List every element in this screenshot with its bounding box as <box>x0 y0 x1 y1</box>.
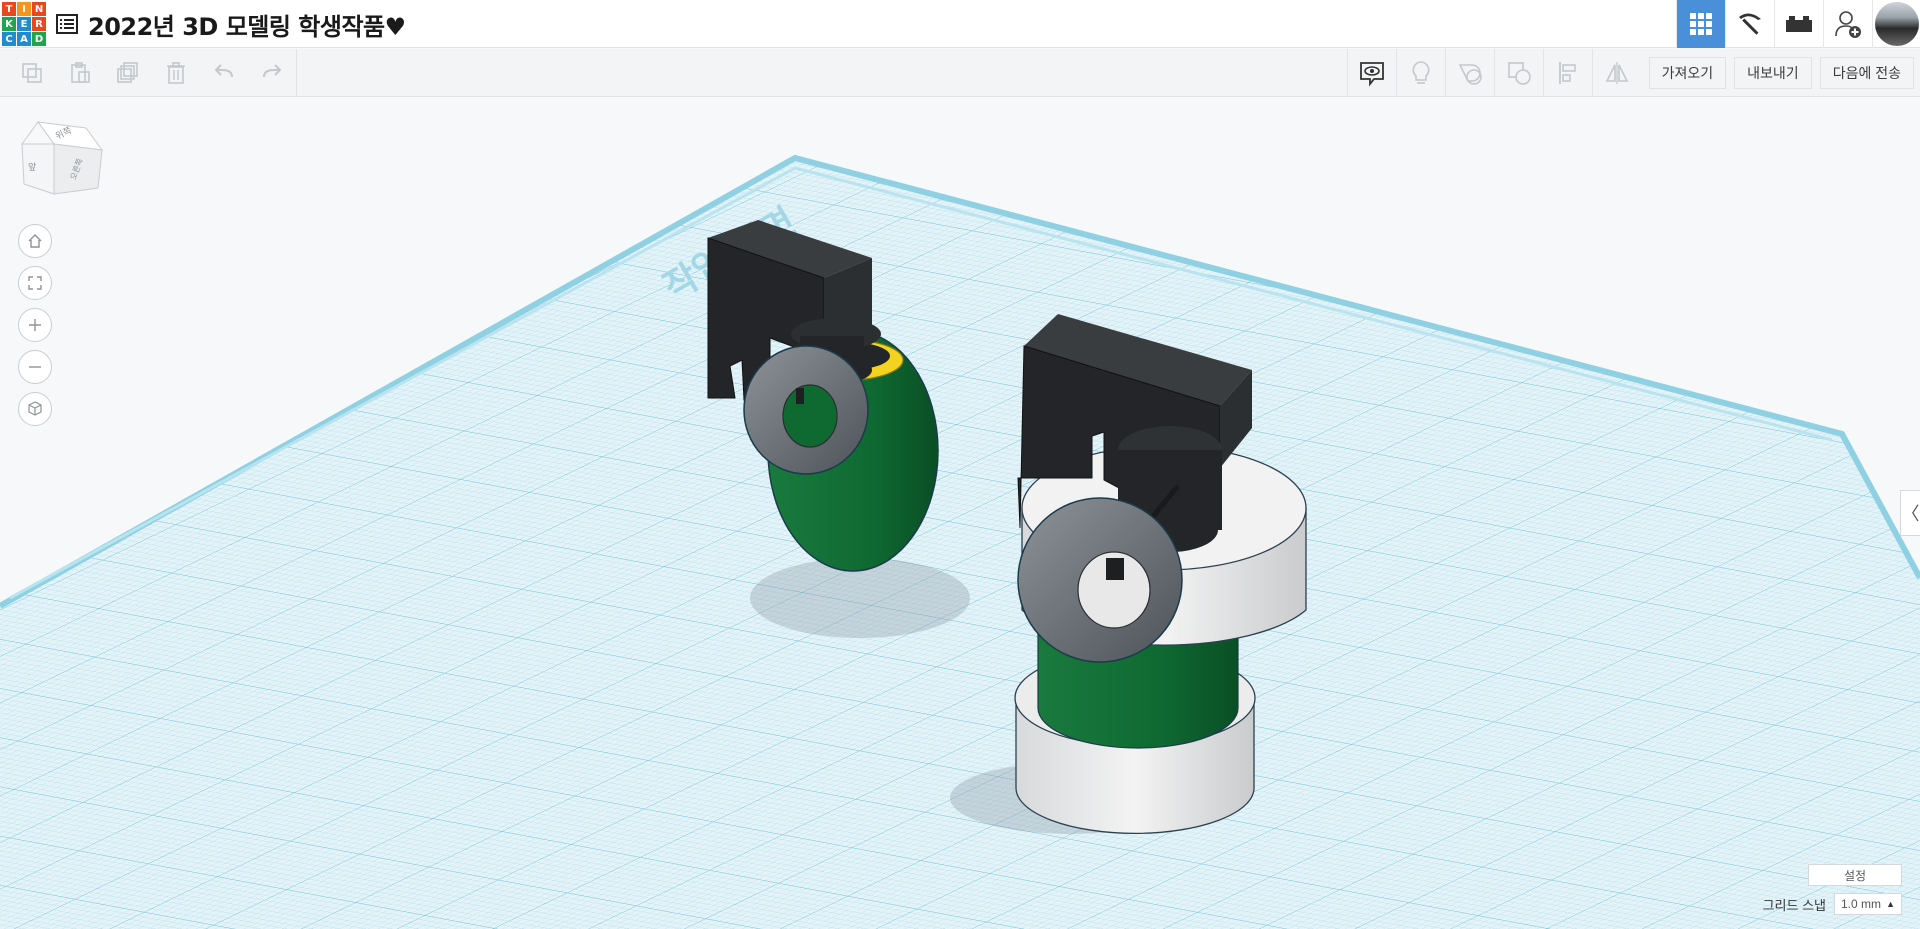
caret-up-icon: ▲ <box>1886 899 1895 909</box>
eye-bubble-icon <box>1359 62 1384 87</box>
undo-icon <box>214 64 233 78</box>
view-controls <box>18 224 52 426</box>
align-icon <box>1558 62 1576 84</box>
logo-letter: C <box>2 32 16 46</box>
logo-letter: E <box>17 17 31 31</box>
cube-icon <box>28 401 42 416</box>
align-button[interactable] <box>1542 49 1592 97</box>
edit-tools <box>0 49 297 97</box>
logo-letter: K <box>2 17 16 31</box>
logo-letter: A <box>17 32 31 46</box>
send-to-button[interactable]: 다음에 전송 <box>1819 57 1914 89</box>
list-icon[interactable] <box>56 13 78 35</box>
copy-icon <box>22 63 42 83</box>
solid-shape-icon <box>1458 64 1482 85</box>
bricks-icon <box>1786 16 1812 32</box>
paste-icon <box>71 62 90 83</box>
pickaxe-icon <box>1739 13 1761 35</box>
user-avatar[interactable] <box>1872 0 1920 48</box>
trash-icon <box>167 62 185 84</box>
blocks-button[interactable] <box>1725 0 1774 48</box>
perspective-button[interactable] <box>18 392 52 426</box>
add-user-icon <box>1835 11 1861 38</box>
view-cube-graphic: 위쪽 앞 오른쪽 <box>21 121 104 195</box>
undo-button[interactable] <box>200 49 248 97</box>
zoom-out-button[interactable] <box>18 350 52 384</box>
invite-user-button[interactable] <box>1823 0 1872 48</box>
3d-view-grid-icon <box>1690 13 1712 35</box>
notes-button[interactable] <box>1346 49 1396 97</box>
home-icon <box>28 234 42 248</box>
tinkercad-logo[interactable]: T I N K E R C A D <box>2 2 46 46</box>
copy-button[interactable] <box>8 49 56 97</box>
light-button[interactable] <box>1395 49 1445 97</box>
view-cube-front-label: 앞 <box>28 161 36 173</box>
hole-shape-icon <box>1507 62 1531 85</box>
workplane[interactable] <box>0 154 1920 929</box>
shape-button[interactable] <box>1444 49 1494 97</box>
mirror-icon <box>1605 62 1628 84</box>
import-button[interactable]: 가져오기 <box>1648 57 1727 89</box>
minus-icon <box>29 366 41 368</box>
logo-letter: T <box>2 2 16 16</box>
mirror-button[interactable] <box>1591 49 1641 97</box>
delete-button[interactable] <box>152 49 200 97</box>
export-button[interactable]: 내보내기 <box>1734 57 1812 89</box>
redo-icon <box>263 64 282 78</box>
fit-view-icon <box>28 276 42 290</box>
settings-button[interactable]: 설정 <box>1808 864 1902 886</box>
duplicate-icon <box>117 62 138 83</box>
plus-icon <box>29 319 41 331</box>
design-title[interactable]: 2022년 3D 모델링 학생작품♥ <box>88 7 406 42</box>
bricks-button[interactable] <box>1774 0 1823 48</box>
top-bar: T I N K E R C A D 2022년 3D 모델링 학생작품♥ <box>0 0 1920 48</box>
grid-snap-value: 1.0 mm <box>1841 897 1882 911</box>
top-right-buttons <box>1676 0 1920 48</box>
title-area: 2022년 3D 모델링 학생작품♥ <box>56 7 406 42</box>
edit-toolbar: 가져오기 내보내기 다음에 전송 <box>0 49 1920 97</box>
duplicate-button[interactable] <box>104 49 152 97</box>
side-panel-toggle[interactable]: 〈 <box>1900 490 1920 536</box>
lightbulb-icon <box>1412 61 1430 84</box>
logo-letter: N <box>32 2 46 16</box>
toolbar-divider <box>296 49 297 97</box>
3d-view-button[interactable] <box>1676 0 1725 48</box>
grid-snap-label: 그리드 스냅 <box>1762 897 1826 913</box>
grid-snap-select[interactable]: 1.0 mm ▲ <box>1834 893 1902 915</box>
logo-letter: D <box>32 32 46 46</box>
zoom-in-button[interactable] <box>18 308 52 342</box>
hole-button[interactable] <box>1493 49 1543 97</box>
3d-viewport[interactable]: 작업 평면 <box>0 98 1920 929</box>
paste-button[interactable] <box>56 49 104 97</box>
workplane-scene: 작업 평면 <box>0 154 1920 929</box>
fit-view-button[interactable] <box>18 266 52 300</box>
view-cube[interactable]: 위쪽 앞 오른쪽 <box>18 118 104 219</box>
home-view-button[interactable] <box>18 224 52 258</box>
redo-button[interactable] <box>248 49 296 97</box>
logo-letter: I <box>17 2 31 16</box>
logo-letter: R <box>32 17 46 31</box>
avatar-image <box>1874 2 1919 46</box>
view-tools: 가져오기 내보내기 다음에 전송 <box>1346 49 1920 97</box>
chevron-left-icon: 〈 <box>1901 504 1920 524</box>
grid-snap: 그리드 스냅 1.0 mm ▲ <box>1763 893 1902 915</box>
